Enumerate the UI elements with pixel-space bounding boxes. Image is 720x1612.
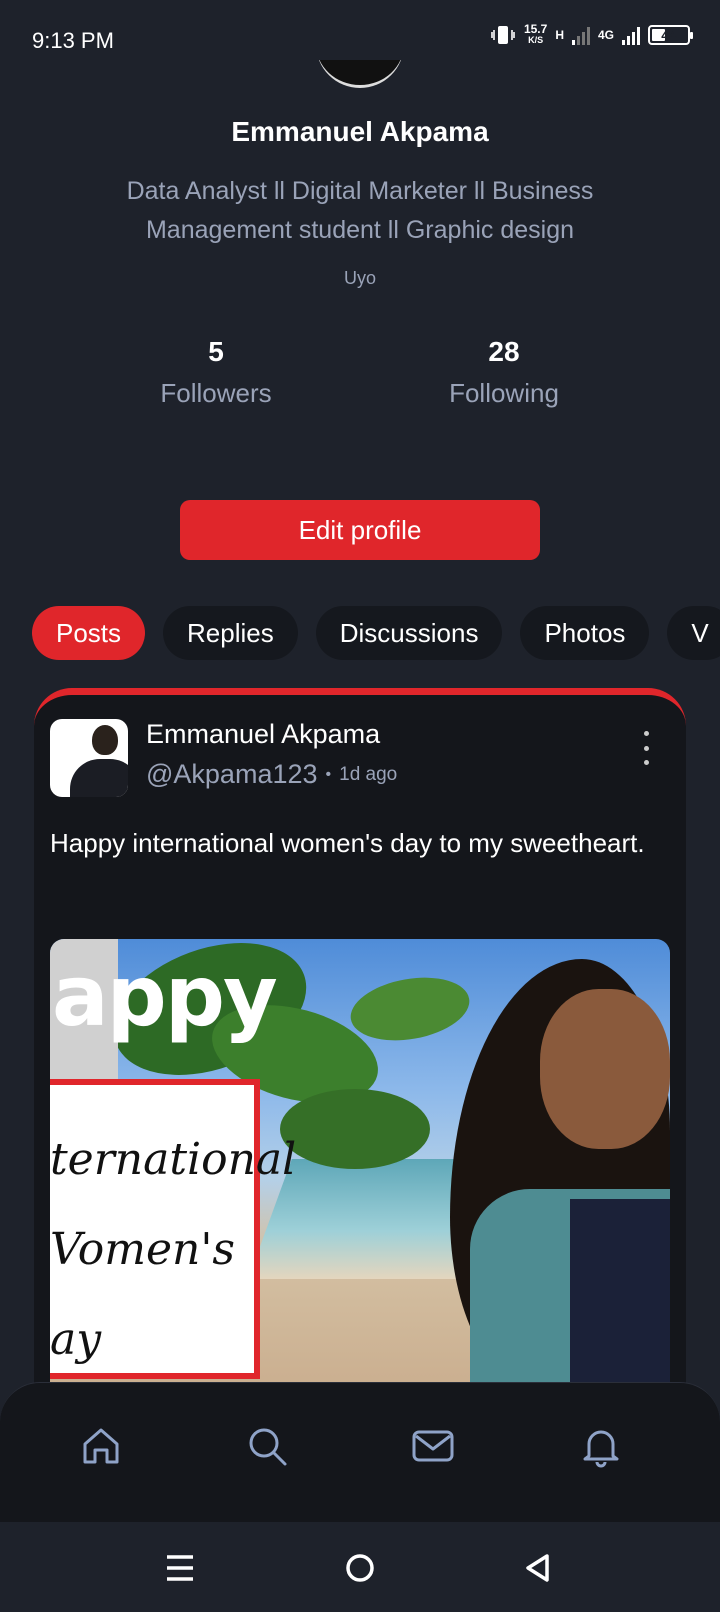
- post-meta: @Akpama123 • 1d ago: [146, 759, 397, 790]
- edit-profile-button[interactable]: Edit profile: [180, 500, 540, 560]
- image-banner-text: appy: [52, 947, 278, 1045]
- battery-icon: 44: [648, 25, 693, 45]
- meta-separator: •: [325, 765, 332, 783]
- tab-discussions[interactable]: Discussions: [315, 606, 503, 660]
- following-label: Following: [449, 378, 559, 408]
- signal-icon: [571, 25, 590, 45]
- following-count: 28: [488, 336, 520, 367]
- post-timestamp: 1d ago: [339, 763, 398, 785]
- followers-count: 5: [208, 336, 224, 367]
- bell-icon[interactable]: [576, 1421, 626, 1471]
- post-text: Happy international women's day to my sw…: [50, 828, 645, 858]
- menu-icon[interactable]: [158, 1546, 202, 1590]
- post-author-handle[interactable]: @Akpama123: [146, 759, 318, 790]
- home-icon[interactable]: [76, 1421, 126, 1471]
- tab-photos[interactable]: Photos: [520, 606, 650, 660]
- profile-name: Emmanuel Akpama: [231, 116, 489, 147]
- profile-location: Uyo: [343, 268, 376, 288]
- followers-stat[interactable]: 5 Followers: [116, 336, 316, 409]
- home-circle-icon[interactable]: [338, 1546, 382, 1590]
- followers-label: Followers: [160, 378, 272, 408]
- post-card[interactable]: Emmanuel Akpama @Akpama123 • 1d ago Happ…: [34, 688, 686, 1408]
- tab-posts[interactable]: Posts: [32, 606, 146, 660]
- woman-photo: [390, 939, 670, 1408]
- profile-tabs: Posts Replies Discussions Photos V: [32, 606, 720, 660]
- tab-replies[interactable]: Replies: [163, 606, 298, 660]
- bottom-nav: [0, 1382, 720, 1522]
- following-stat[interactable]: 28 Following: [404, 336, 604, 409]
- profile-avatar[interactable]: [316, 60, 404, 88]
- signal-4g-icon: [622, 25, 640, 45]
- mail-icon[interactable]: [408, 1421, 458, 1471]
- status-icons: 15.7 K/S H 4G 44: [490, 22, 693, 46]
- post-image[interactable]: appy ternational Vomen's ay: [50, 939, 670, 1408]
- search-icon[interactable]: [242, 1421, 292, 1471]
- image-greeting-card: ternational Vomen's ay: [50, 1079, 296, 1379]
- tab-videos[interactable]: V: [667, 606, 720, 660]
- image-card-text: ternational Vomen's ay: [50, 1134, 297, 1365]
- back-icon[interactable]: [516, 1546, 560, 1590]
- status-time: 9:13 PM: [32, 28, 114, 53]
- profile-bio: Data Analyst ll Digital Marketer ll Busi…: [126, 177, 594, 244]
- vibrate-icon: [491, 26, 515, 44]
- post-author-avatar[interactable]: [50, 719, 128, 797]
- network-4g-label: 4G: [597, 28, 614, 42]
- network-h-label: H: [555, 28, 564, 42]
- system-nav-bar: [0, 1522, 720, 1612]
- network-speed: 15.7 K/S: [523, 22, 548, 45]
- more-options-icon[interactable]: [636, 731, 656, 765]
- battery-level: 44: [661, 27, 677, 43]
- post-author-name[interactable]: Emmanuel Akpama: [146, 719, 380, 750]
